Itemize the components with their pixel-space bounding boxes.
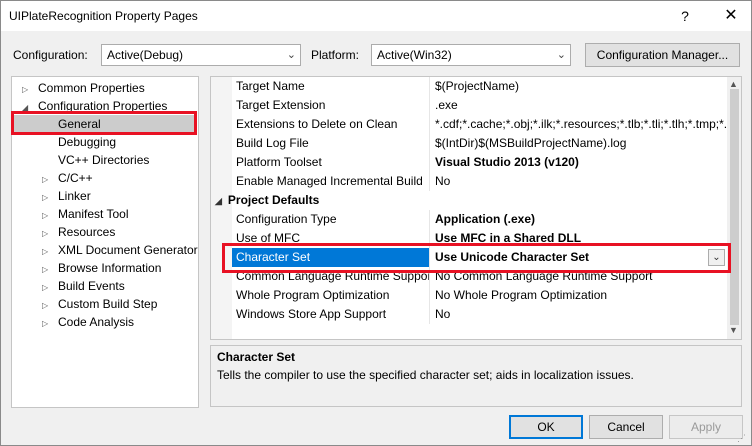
tree-item[interactable]: ▷ Linker xyxy=(14,187,196,205)
collapse-arrow-icon[interactable]: ◢ xyxy=(215,196,222,206)
grid-row-name: Configuration Type xyxy=(232,210,430,229)
description-panel: Character Set Tells the compiler to use … xyxy=(210,345,742,407)
tree-item-label: Linker xyxy=(58,189,91,203)
property-grid: ▲ ▼ Target Name $(ProjectName) Target Exte… xyxy=(210,76,742,340)
tree-item[interactable]: ▷ C/C++ xyxy=(14,169,196,187)
configuration-value: Active(Debug) xyxy=(107,48,184,62)
chevron-down-icon: ⌄ xyxy=(286,49,296,61)
platform-select[interactable]: Active(Win32) ⌄ xyxy=(371,44,571,66)
ok-button[interactable]: OK xyxy=(509,415,583,439)
tree-item[interactable]: ▷ Build Events xyxy=(14,277,196,295)
configuration-label: Configuration: xyxy=(13,48,88,62)
tree-item-label: Custom Build Step xyxy=(58,297,158,311)
grid-row-value[interactable]: No Whole Program Optimization xyxy=(431,286,727,305)
tree-item-label: Code Analysis xyxy=(58,315,135,329)
tree-item[interactable]: ▷ Code Analysis xyxy=(14,313,196,331)
expand-arrow-icon[interactable]: ▷ xyxy=(42,315,58,333)
configuration-manager-button[interactable]: Configuration Manager... xyxy=(585,43,740,67)
grid-row-name: Target Name xyxy=(232,77,430,96)
tree-item-label: Build Events xyxy=(58,279,125,293)
grid-row-name: Windows Store App Support xyxy=(232,305,430,324)
grid-row-value[interactable]: No xyxy=(431,305,727,324)
scroll-up-icon[interactable]: ▲ xyxy=(729,79,738,89)
tree-item-label: VC++ Directories xyxy=(58,153,150,167)
grid-row[interactable]: Build Log File $(IntDir)$(MSBuildProjectN… xyxy=(211,134,727,153)
tree-item[interactable]: ▷ XML Document Generator xyxy=(14,241,198,259)
grid-row-name: Enable Managed Incremental Build xyxy=(232,172,430,191)
tree-item[interactable]: ▷ Resources xyxy=(14,223,196,241)
scroll-thumb[interactable] xyxy=(730,89,739,325)
grid-row[interactable]: Whole Program Optimization No Whole Progr… xyxy=(211,286,727,305)
grid-row-name: Whole Program Optimization xyxy=(232,286,430,305)
grid-scrollbar[interactable]: ▲ ▼ xyxy=(727,77,741,339)
grid-row[interactable]: Configuration Type Application (.exe) xyxy=(211,210,727,229)
tree-item-label: Common Properties xyxy=(38,81,145,95)
grid-row-value[interactable]: .exe xyxy=(431,96,727,115)
cancel-button[interactable]: Cancel xyxy=(589,415,663,439)
grid-row[interactable]: Extensions to Delete on Clean *.cdf;*.cac… xyxy=(211,115,727,134)
tree-item-label: Debugging xyxy=(58,135,117,149)
tree-item[interactable]: ▷ Common Properties xyxy=(14,79,196,97)
highlight-box-character-set xyxy=(222,243,731,273)
tree-item[interactable]: ▷ Browse Information xyxy=(14,259,196,277)
grid-row-value[interactable]: Visual Studio 2013 (v120) xyxy=(431,153,727,172)
grid-row-name: Platform Toolset xyxy=(232,153,430,172)
scroll-down-icon[interactable]: ▼ xyxy=(729,325,738,335)
grid-row-name: Build Log File xyxy=(232,134,430,153)
tree-item-label: Manifest Tool xyxy=(58,207,129,221)
window-title: UIPlateRecognition Property Pages xyxy=(9,9,198,23)
platform-label: Platform: xyxy=(311,48,360,62)
tree-item[interactable]: Debugging xyxy=(14,133,196,151)
tree-item-label: Resources xyxy=(58,225,116,239)
property-pages-dialog: UIPlateRecognition Property Pages ? ✕ Co… xyxy=(0,0,752,446)
chevron-down-icon: ⌄ xyxy=(556,49,566,61)
highlight-box-general xyxy=(11,111,197,135)
grid-row-value[interactable]: $(IntDir)$(MSBuildProjectName).log xyxy=(431,134,727,153)
grid-row-value[interactable]: Application (.exe) xyxy=(431,210,727,229)
close-icon[interactable]: ✕ xyxy=(719,5,743,27)
title-bar: UIPlateRecognition Property Pages ? ✕ xyxy=(1,1,751,31)
tree-item[interactable]: VC++ Directories xyxy=(14,151,196,169)
grid-row[interactable]: Enable Managed Incremental Build No xyxy=(211,172,727,191)
grid-row[interactable]: Platform Toolset Visual Studio 2013 (v120… xyxy=(211,153,727,172)
grid-row[interactable]: Target Name $(ProjectName) xyxy=(211,77,727,96)
grid-category[interactable]: ◢ Project Defaults xyxy=(211,191,727,210)
description-text: Tells the compiler to use the specified … xyxy=(217,368,634,382)
resize-grip-icon[interactable]: ⋰ xyxy=(737,433,746,444)
grid-row-value[interactable]: No xyxy=(431,172,727,191)
configuration-select[interactable]: Active(Debug) ⌄ xyxy=(101,44,301,66)
tree-item[interactable]: ▷ Custom Build Step xyxy=(14,295,196,313)
tree-item-label: Browse Information xyxy=(58,261,162,275)
grid-row[interactable]: Windows Store App Support No xyxy=(211,305,727,324)
platform-value: Active(Win32) xyxy=(377,48,452,62)
grid-row-name: ◢ Project Defaults xyxy=(211,191,727,210)
description-title: Character Set xyxy=(217,350,296,364)
help-icon[interactable]: ? xyxy=(673,5,697,27)
tree-item[interactable]: ▷ Manifest Tool xyxy=(14,205,196,223)
grid-row-name: Extensions to Delete on Clean xyxy=(232,115,430,134)
grid-row[interactable]: Target Extension .exe xyxy=(211,96,727,115)
tree-item-label: C/C++ xyxy=(58,171,93,185)
category-label: Project Defaults xyxy=(227,193,320,207)
grid-row-value[interactable]: $(ProjectName) xyxy=(431,77,727,96)
grid-row-value[interactable]: *.cdf;*.cache;*.obj;*.ilk;*.resources;*.… xyxy=(431,115,727,134)
tree-item-label: XML Document Generator xyxy=(58,243,198,257)
apply-button[interactable]: Apply xyxy=(669,415,743,439)
grid-row-name: Target Extension xyxy=(232,96,430,115)
